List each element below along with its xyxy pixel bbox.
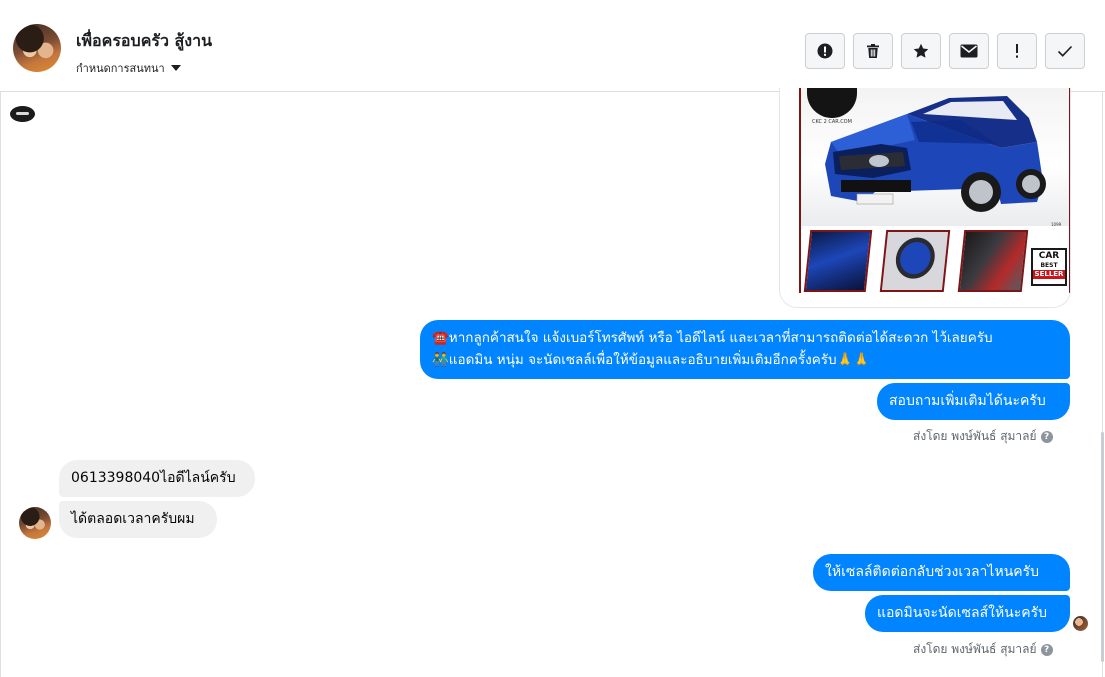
- sent-by-label: ส่งโดย พงษ์พันธ์ สุมาลย์ ?: [913, 640, 1053, 659]
- best-seller-badge: CAR BEST SELLER: [1031, 248, 1067, 286]
- alert-circle-icon: [817, 43, 833, 59]
- badge-line-car: CAR: [1038, 251, 1060, 261]
- delete-button[interactable]: [853, 33, 893, 69]
- conversation-settings-label: กำหนดการสนทนา: [76, 62, 165, 75]
- message-text-line: ☎️หากลูกค้าสนใจ แจ้งเบอร์โทรศัพท์ หรือ ไ…: [432, 330, 993, 346]
- car-poster-image: CKC 2 CAR.COM 1099 CAR BEST SELLER: [799, 88, 1070, 293]
- poster-thumb-rear: [879, 230, 951, 292]
- contact-name[interactable]: เพื่อครอบครัว สู้งาน: [76, 29, 212, 54]
- conversation-header: เพื่อครอบครัว สู้งาน กำหนดการสนทนา: [0, 4, 1105, 92]
- message-bubble-outgoing[interactable]: แอดมินจะนัดเซลส์ให้นะครับ: [865, 595, 1070, 632]
- message-bubble-outgoing[interactable]: ให้เซลล์ติดต่อกลับช่วงเวลาไหนครับ: [813, 554, 1070, 591]
- sent-by-text: ส่งโดย พงษ์พันธ์ สุมาลย์: [913, 429, 1037, 443]
- trash-icon: [867, 44, 879, 58]
- checkmark-icon: [1057, 45, 1073, 57]
- contact-avatar[interactable]: [13, 24, 61, 72]
- page-logo-icon: [10, 106, 35, 122]
- sender-avatar[interactable]: [19, 507, 51, 539]
- pickup-truck-photo: [825, 96, 1046, 212]
- star-icon: [913, 43, 929, 58]
- poster-thumb-front: [803, 230, 873, 292]
- caret-down-icon: [170, 65, 181, 71]
- sent-by-text: ส่งโดย พงษ์พันธ์ สุมาลย์: [913, 642, 1037, 656]
- mark-unread-button[interactable]: [949, 33, 989, 69]
- report-button[interactable]: [805, 33, 845, 69]
- poster-thumb-interior: [957, 230, 1029, 292]
- sent-by-label: ส่งโดย พงษ์พันธ์ สุมาลย์ ?: [913, 427, 1053, 446]
- message-text-line: 👬แอดมิน หนุ่ม จะนัดเซลล์เพื่อให้ข้อมูลแล…: [432, 352, 871, 368]
- image-attachment[interactable]: CKC 2 CAR.COM 1099 CAR BEST SELLER: [779, 88, 1071, 308]
- message-bubble-incoming[interactable]: 0613398040ไอดีไลน์ครับ: [59, 460, 255, 497]
- help-icon[interactable]: ?: [1040, 430, 1053, 443]
- scrollbar[interactable]: [1101, 432, 1104, 662]
- badge-line-seller: SELLER: [1033, 270, 1065, 279]
- mark-done-button[interactable]: [1045, 33, 1085, 69]
- exclamation-icon: [1016, 44, 1018, 58]
- message-bubble-incoming[interactable]: ได้ตลอดเวลาครับผม: [59, 501, 217, 538]
- help-icon[interactable]: ?: [1040, 643, 1053, 656]
- star-button[interactable]: [901, 33, 941, 69]
- envelope-icon: [960, 44, 978, 58]
- read-receipt-avatar: [1073, 616, 1088, 631]
- message-bubble-outgoing[interactable]: สอบถามเพิ่มเติมได้นะครับ: [877, 383, 1070, 420]
- mark-important-button[interactable]: [997, 33, 1037, 69]
- badge-line-best: BEST: [1040, 262, 1058, 269]
- conversation-settings-dropdown[interactable]: กำหนดการสนทนา: [76, 59, 181, 77]
- message-bubble-outgoing[interactable]: ☎️หากลูกค้าสนใจ แจ้งเบอร์โทรศัพท์ หรือ ไ…: [420, 320, 1070, 379]
